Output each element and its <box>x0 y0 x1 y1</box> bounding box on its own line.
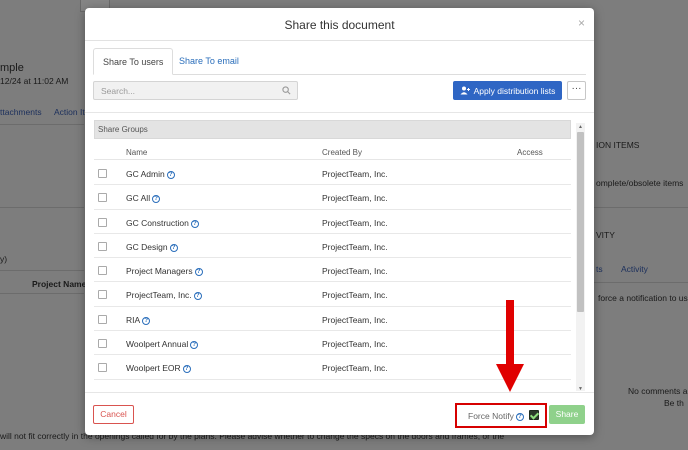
help-icon[interactable]: ? <box>515 413 524 421</box>
row-checkbox[interactable] <box>98 290 107 300</box>
row-name: ProjectTeam, Inc.? <box>126 290 202 301</box>
scroll-down-icon[interactable]: ▼ <box>576 385 585 391</box>
bg-divider <box>0 207 84 208</box>
force-notify-label: Force Notify? <box>468 411 524 421</box>
cancel-button[interactable]: Cancel <box>93 405 134 424</box>
scroll-up-icon[interactable]: ▲ <box>576 123 585 131</box>
row-name: Woolpert EOR? <box>126 363 191 374</box>
row-created-by: ProjectTeam, Inc. <box>322 363 388 374</box>
annotation-arrow-icon <box>496 300 524 392</box>
search-input[interactable] <box>94 82 274 99</box>
force-notify-highlight: Force Notify? <box>455 403 547 428</box>
table-scrollbar[interactable]: ▲ ▼ <box>576 123 585 391</box>
bg-action-items-title: ION ITEMS <box>596 140 640 150</box>
bg-divider <box>0 124 84 125</box>
column-headers: Name Created By Access <box>94 143 571 160</box>
column-header-name: Name <box>126 148 148 157</box>
close-icon[interactable]: × <box>578 16 585 30</box>
help-icon[interactable]: ? <box>193 292 202 301</box>
bg-fragment: y) <box>0 254 8 264</box>
row-checkbox[interactable] <box>98 217 107 227</box>
help-icon[interactable]: ? <box>182 365 191 374</box>
row-created-by: ProjectTeam, Inc. <box>322 266 388 277</box>
bg-tab-fragment: ts <box>596 264 603 274</box>
table-row: Project Managers? ProjectTeam, Inc. <box>94 258 571 283</box>
apply-distribution-lists-label: Apply distribution lists <box>473 85 556 96</box>
table-row: GC Construction? ProjectTeam, Inc. <box>94 210 571 234</box>
help-icon[interactable]: ? <box>166 171 175 179</box>
bg-date-fragment: 12/24 at 11:02 AM <box>0 76 69 86</box>
row-name: GC Construction? <box>126 218 199 228</box>
bg-divider <box>0 270 84 271</box>
help-icon[interactable]: ? <box>190 219 199 228</box>
share-groups-header: Share Groups <box>94 120 571 139</box>
bg-no-comments: No comments a <box>628 386 688 396</box>
bg-divider <box>594 207 688 208</box>
force-notify-checkbox[interactable] <box>529 410 539 420</box>
table-row: GC Admin? ProjectTeam, Inc. <box>94 161 571 186</box>
row-name: GC Admin? <box>126 169 175 179</box>
bg-attachments-tab: ttachments <box>0 107 42 117</box>
row-checkbox[interactable] <box>98 314 107 324</box>
row-created-by: ProjectTeam, Inc. <box>322 193 388 204</box>
tab-share-to-users[interactable]: Share To users <box>93 48 174 75</box>
tab-share-to-email[interactable]: Share To email <box>170 48 248 75</box>
row-checkbox[interactable] <box>98 363 107 373</box>
row-checkbox[interactable] <box>98 193 107 203</box>
add-user-icon <box>460 86 470 95</box>
row-checkbox[interactable] <box>98 241 107 251</box>
bg-activity-tab: Activity <box>621 264 648 274</box>
search-box <box>93 81 298 100</box>
modal-header: Share this document × <box>85 8 594 41</box>
more-options-button[interactable]: ··· <box>567 81 586 100</box>
bg-action-tab: Action It <box>54 107 85 117</box>
column-header-created-by: Created By <box>322 148 363 157</box>
bg-activity-title: VITY <box>596 230 615 240</box>
modal-title: Share this document <box>284 18 395 32</box>
row-name: RIA? <box>126 315 151 325</box>
table-row: GC Design? ProjectTeam, Inc. <box>94 234 571 259</box>
row-checkbox[interactable] <box>98 266 107 276</box>
bg-be-the: Be th <box>664 398 684 408</box>
help-icon[interactable]: ? <box>194 268 203 277</box>
scroll-thumb[interactable] <box>577 132 584 312</box>
bg-divider <box>0 293 84 294</box>
help-icon[interactable]: ? <box>142 316 151 325</box>
row-created-by: ProjectTeam, Inc. <box>322 339 388 350</box>
table-row: GC All? ProjectTeam, Inc. <box>94 185 571 210</box>
bg-divider <box>594 282 688 283</box>
help-icon[interactable]: ? <box>190 341 199 350</box>
apply-distribution-lists-button[interactable]: Apply distribution lists <box>453 81 562 100</box>
row-name: GC All? <box>126 193 161 204</box>
bg-project-name-header: Project Name <box>32 279 87 289</box>
help-icon[interactable]: ? <box>169 243 178 252</box>
row-created-by: ProjectTeam, Inc. <box>322 169 388 179</box>
row-name: Project Managers? <box>126 266 203 277</box>
modal-footer: Cancel Force Notify? Share <box>85 392 594 435</box>
share-button[interactable]: Share <box>549 405 585 424</box>
help-icon[interactable]: ? <box>152 195 161 204</box>
row-checkbox[interactable] <box>98 169 107 178</box>
row-created-by: ProjectTeam, Inc. <box>322 314 388 325</box>
row-name: Woolpert Annual? <box>126 339 199 350</box>
bg-obsolete-fragment: omplete/obsolete items <box>596 178 684 188</box>
row-created-by: ProjectTeam, Inc. <box>322 241 388 252</box>
column-header-access: Access <box>517 148 543 157</box>
bg-title-fragment: mple <box>0 62 24 74</box>
share-tabs: Share To users Share To email <box>93 48 586 75</box>
row-created-by: ProjectTeam, Inc. <box>322 290 388 301</box>
row-checkbox[interactable] <box>98 339 107 349</box>
row-created-by: ProjectTeam, Inc. <box>322 217 388 228</box>
search-icon <box>282 86 291 95</box>
row-name: GC Design? <box>126 242 178 252</box>
bg-force-note: force a notification to us <box>598 293 688 303</box>
